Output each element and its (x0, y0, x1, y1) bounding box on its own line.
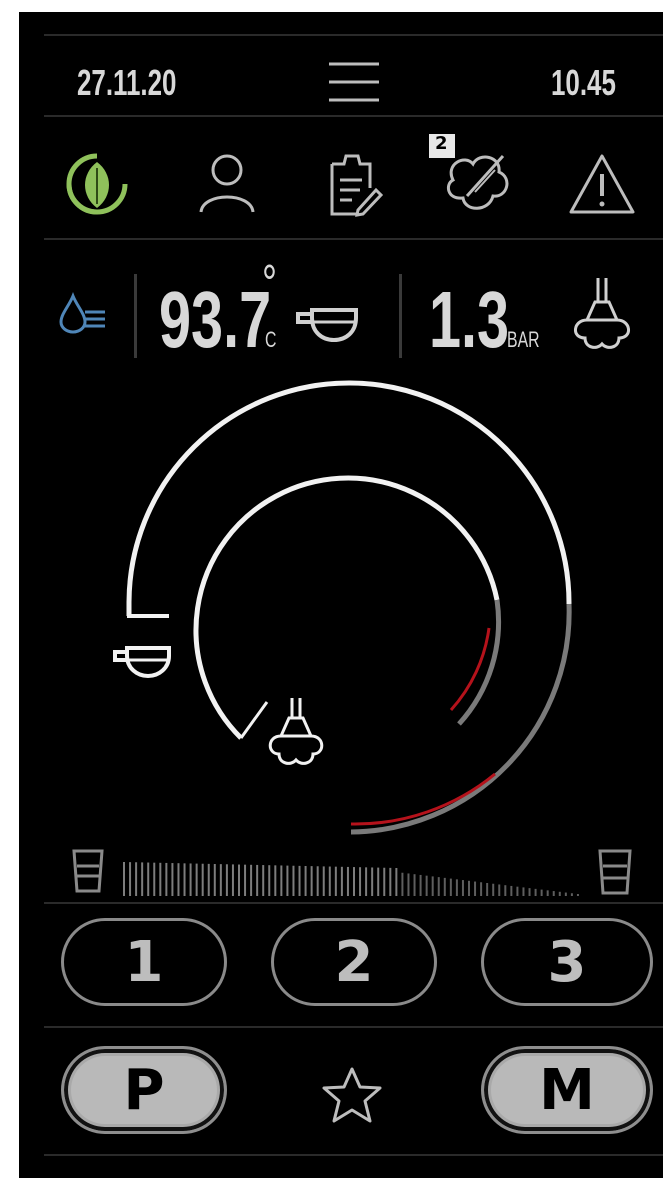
preset-button-1[interactable]: 1 (61, 918, 227, 1006)
water-level-icon (59, 291, 109, 334)
temperature-value: 93.7 (159, 275, 272, 364)
eco-mode-icon[interactable] (66, 152, 128, 216)
large-glass-icon (597, 848, 633, 896)
user-icon[interactable] (197, 152, 257, 216)
steam-icon (263, 694, 329, 770)
small-glass-icon (71, 848, 105, 894)
divider (44, 238, 663, 240)
divider-vertical (399, 274, 402, 358)
divider (44, 1026, 663, 1028)
preset-button-3[interactable]: 3 (481, 918, 653, 1006)
manual-label: M (539, 1057, 595, 1123)
pressure-unit: BAR (507, 327, 540, 352)
divider (44, 34, 663, 36)
coffee-cup-icon (294, 300, 364, 344)
preset-label: 3 (547, 929, 587, 995)
cleaning-badge-count: 2 (435, 133, 448, 154)
manual-button[interactable]: M (481, 1046, 653, 1134)
star-icon[interactable] (321, 1066, 383, 1124)
divider (44, 1154, 663, 1156)
temperature-unit: C (265, 327, 277, 352)
temperature-degree: ° (262, 255, 277, 313)
divider (44, 902, 663, 904)
date-display: 27.11.20 (77, 62, 177, 103)
divider (44, 115, 663, 117)
cup-icon (111, 640, 175, 680)
preset-label: 1 (124, 929, 164, 995)
machine-screen: 27.11.20 10.45 2 93.7 ° C 1.3 BAR 1 2 3 … (19, 12, 663, 1178)
program-label: P (123, 1057, 165, 1123)
clipboard-edit-icon[interactable] (324, 150, 384, 218)
program-button[interactable]: P (61, 1046, 227, 1134)
hamburger-menu-icon[interactable] (329, 60, 379, 104)
warning-icon[interactable] (567, 152, 637, 216)
extraction-gauge (19, 362, 663, 882)
steam-wand-icon (567, 274, 637, 354)
preset-button-2[interactable]: 2 (271, 918, 437, 1006)
volume-slider[interactable] (123, 860, 583, 896)
cleaning-icon[interactable]: 2 (429, 133, 519, 218)
divider-vertical (134, 274, 137, 358)
pressure-value: 1.3 (429, 275, 510, 364)
time-display: 10.45 (551, 62, 616, 103)
preset-label: 2 (334, 929, 374, 995)
